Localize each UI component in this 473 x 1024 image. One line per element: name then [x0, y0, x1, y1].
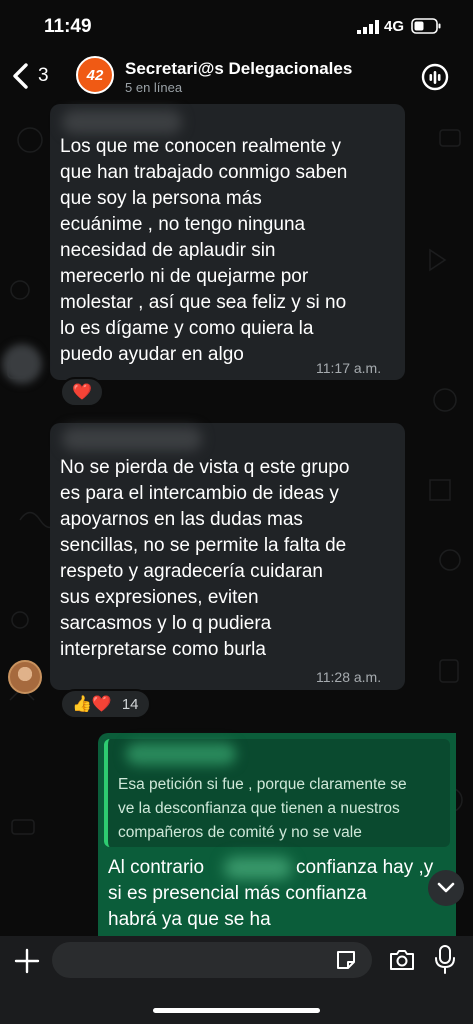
battery-icon [411, 18, 441, 34]
message-bubble[interactable]: No se pierda de vista q este grupo es pa… [50, 423, 405, 690]
chat-area[interactable]: Los que me conocen realmente y que han t… [0, 100, 473, 936]
camera-icon[interactable] [388, 948, 416, 972]
sender-name-redacted [62, 110, 182, 134]
message-bubble[interactable]: Los que me conocen realmente y que han t… [50, 104, 405, 380]
message-input[interactable] [52, 942, 372, 978]
group-online-status: 5 en línea [125, 80, 183, 95]
message-text: Los que me conocen realmente y que han t… [60, 136, 348, 365]
sticker-icon[interactable] [334, 948, 358, 972]
mic-icon[interactable] [434, 945, 456, 975]
scroll-to-bottom-button[interactable] [428, 870, 464, 906]
quoted-message[interactable]: Esa petición si fue , porque claramente … [104, 739, 450, 847]
back-button[interactable]: 3 [10, 58, 60, 94]
unread-count: 3 [38, 65, 49, 86]
reaction-badge[interactable]: ❤️ [60, 377, 104, 407]
call-add-icon[interactable] [420, 62, 450, 92]
network-label: 4G [384, 18, 405, 35]
outgoing-text-line1-a: Al contrario [108, 857, 205, 878]
signal-icon [357, 20, 379, 34]
chevron-left-icon [13, 63, 28, 89]
plus-icon[interactable] [14, 948, 40, 974]
quoted-sender-redacted [126, 743, 236, 765]
sender-avatar[interactable] [8, 660, 42, 694]
message-timestamp: 11:28 a.m. [316, 669, 382, 685]
group-avatar-logo-text: 42 [86, 66, 104, 84]
reaction-emoji: ❤️ [72, 384, 92, 401]
chat-header: 3 42 Secretari@s Delegacionales 5 en lín… [0, 52, 473, 100]
sender-name-redacted [62, 427, 202, 451]
group-avatar[interactable]: 42 [76, 56, 114, 94]
group-title[interactable]: Secretari@s Delegacionales [125, 59, 352, 79]
home-indicator [153, 1008, 320, 1013]
status-time: 11:49 [44, 16, 92, 37]
reaction-emoji: 👍❤️ [72, 696, 112, 713]
outgoing-text-line1-b: confianza hay ,y [296, 857, 434, 878]
outgoing-text: si es presencial más confianza habrá ya … [108, 883, 367, 930]
message-input-bar [0, 936, 473, 1024]
message-timestamp: 11:17 a.m. [316, 360, 382, 376]
chevron-down-icon [437, 882, 455, 893]
sender-avatar-redacted [2, 344, 42, 384]
quoted-text: Esa petición si fue , porque claramente … [118, 776, 407, 841]
reaction-badge[interactable]: 👍❤️ 14 [60, 689, 151, 719]
status-bar: 11:49 4G [0, 0, 473, 52]
outgoing-message-bubble[interactable]: Esa petición si fue , porque claramente … [98, 733, 456, 936]
reaction-count: 14 [121, 695, 139, 713]
message-text: No se pierda de vista q este grupo es pa… [60, 457, 350, 660]
redacted-word [224, 857, 292, 879]
